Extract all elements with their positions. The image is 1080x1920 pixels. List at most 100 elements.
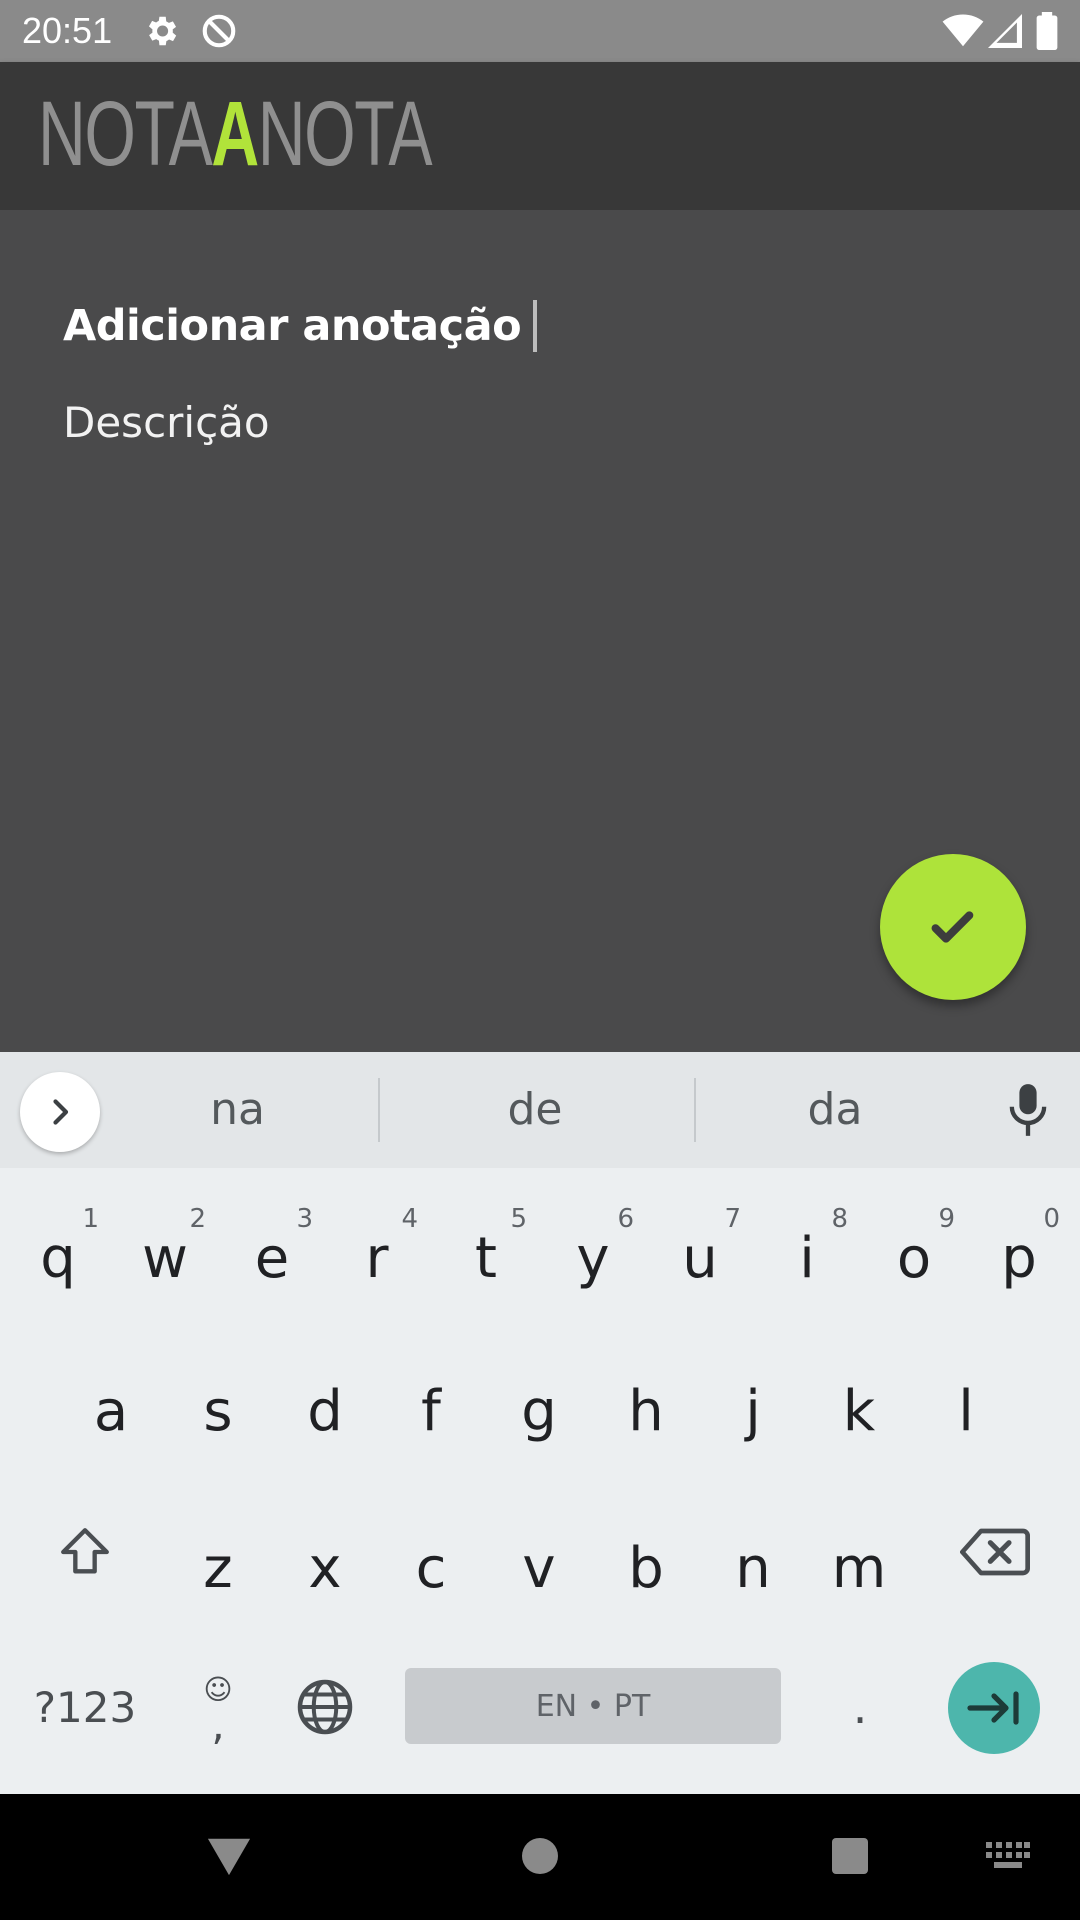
key-j[interactable]: j [700, 1335, 806, 1465]
next-enter-key[interactable] [948, 1662, 1040, 1754]
status-bar: 20:51 [0, 0, 1080, 62]
key-hint: 1 [82, 1204, 99, 1234]
key-letter: z [203, 1536, 233, 1601]
back-triangle-icon [207, 1838, 251, 1876]
shift-arrow-icon [61, 1528, 109, 1574]
comma-emoji-key[interactable]: ☺ , [185, 1662, 251, 1758]
key-l[interactable]: l [913, 1335, 1019, 1465]
suggestion-3[interactable]: da [720, 1052, 950, 1168]
keyboard-switch-button[interactable] [986, 1842, 1030, 1874]
key-letter: n [735, 1536, 771, 1601]
key-o[interactable]: o9 [861, 1182, 967, 1312]
key-letter: w [142, 1226, 188, 1291]
key-letter: o [896, 1226, 932, 1291]
key-d[interactable]: d [272, 1335, 378, 1465]
key-m[interactable]: m [806, 1492, 912, 1622]
comma-label: , [211, 1700, 225, 1749]
key-hint: 2 [189, 1204, 206, 1234]
key-letter: s [203, 1379, 233, 1444]
key-letter: h [628, 1379, 664, 1444]
suggestion-1[interactable]: na [120, 1052, 355, 1168]
data-saver-icon [200, 12, 238, 54]
description-input[interactable]: Descrição [63, 398, 270, 447]
suggestion-2[interactable]: de [420, 1052, 650, 1168]
key-letter: m [831, 1536, 887, 1601]
key-p[interactable]: p0 [966, 1182, 1072, 1312]
key-letter: f [421, 1379, 441, 1444]
home-button[interactable] [520, 1836, 560, 1880]
key-z[interactable]: z [165, 1492, 271, 1622]
key-letter: d [307, 1379, 343, 1444]
key-n[interactable]: n [700, 1492, 806, 1622]
battery-icon [1036, 12, 1058, 54]
key-letter: x [308, 1536, 342, 1601]
logo-text-nota-2: NOTA [257, 83, 433, 185]
key-f[interactable]: f [378, 1335, 484, 1465]
key-hint: 0 [1043, 1204, 1060, 1234]
microphone-icon[interactable] [1002, 1082, 1054, 1142]
key-i[interactable]: i8 [754, 1182, 860, 1312]
suggestion-strip: na de da [0, 1052, 1080, 1168]
shift-key[interactable] [30, 1492, 140, 1612]
app-logo: NOTA A NOTA [38, 83, 433, 185]
key-w[interactable]: w2 [112, 1182, 218, 1312]
key-letter: g [521, 1379, 557, 1444]
key-b[interactable]: b [593, 1492, 699, 1622]
period-key[interactable]: . [820, 1662, 900, 1752]
soft-keyboard: na de da q1 w2 e3 r4 t5 y6 u7 i8 o9 p0 a… [0, 1052, 1080, 1794]
logo-text-a: A [211, 83, 259, 185]
navigation-bar [0, 1794, 1080, 1920]
back-button[interactable] [206, 1834, 252, 1882]
key-letter: a [93, 1379, 129, 1444]
text-cursor [533, 300, 538, 352]
key-letter: k [842, 1379, 876, 1444]
suggestion-divider [694, 1078, 696, 1142]
key-h[interactable]: h [593, 1335, 699, 1465]
key-hint: 5 [510, 1204, 527, 1234]
globe-icon [297, 1679, 353, 1735]
key-hint: 4 [401, 1204, 418, 1234]
key-t[interactable]: t5 [433, 1182, 539, 1312]
status-time: 20:51 [22, 10, 113, 51]
key-q[interactable]: q1 [5, 1182, 111, 1312]
title-input[interactable]: Adicionar anotação [63, 300, 538, 352]
key-v[interactable]: v [486, 1492, 592, 1622]
key-x[interactable]: x [272, 1492, 378, 1622]
backspace-key[interactable] [940, 1492, 1050, 1612]
key-hint: 7 [724, 1204, 741, 1234]
key-u[interactable]: u7 [647, 1182, 753, 1312]
keyboard-icon [986, 1842, 1030, 1868]
key-letter: t [475, 1226, 497, 1291]
space-key[interactable]: EN • PT [405, 1668, 781, 1744]
key-r[interactable]: r4 [324, 1182, 430, 1312]
key-letter: y [576, 1226, 610, 1291]
tab-next-arrow-icon [967, 1691, 1019, 1725]
save-note-button[interactable] [880, 854, 1026, 1000]
key-letter: r [365, 1226, 389, 1291]
key-letter: p [1001, 1226, 1037, 1291]
language-key[interactable] [285, 1662, 365, 1752]
key-g[interactable]: g [486, 1335, 592, 1465]
logo-text-nota: NOTA [38, 83, 213, 185]
symbols-key[interactable]: ?123 [20, 1662, 150, 1752]
key-e[interactable]: e3 [219, 1182, 325, 1312]
recents-button[interactable] [830, 1836, 870, 1880]
cellular-signal-icon [988, 14, 1022, 52]
key-letter: q [40, 1226, 76, 1291]
expand-suggestions-button[interactable] [20, 1072, 100, 1152]
key-a[interactable]: a [58, 1335, 164, 1465]
key-letter: v [522, 1536, 556, 1601]
key-s[interactable]: s [165, 1335, 271, 1465]
wifi-icon [942, 14, 984, 52]
backspace-icon [960, 1528, 1030, 1576]
key-hint: 6 [617, 1204, 634, 1234]
key-hint: 8 [831, 1204, 848, 1234]
key-c[interactable]: c [378, 1492, 484, 1622]
checkmark-icon [931, 911, 974, 943]
key-y[interactable]: y6 [540, 1182, 646, 1312]
key-hint: 3 [296, 1204, 313, 1234]
note-editor: Adicionar anotação Descrição [0, 210, 1080, 1052]
recents-square-icon [832, 1838, 868, 1874]
chevron-right-icon [53, 1099, 69, 1125]
key-k[interactable]: k [806, 1335, 912, 1465]
